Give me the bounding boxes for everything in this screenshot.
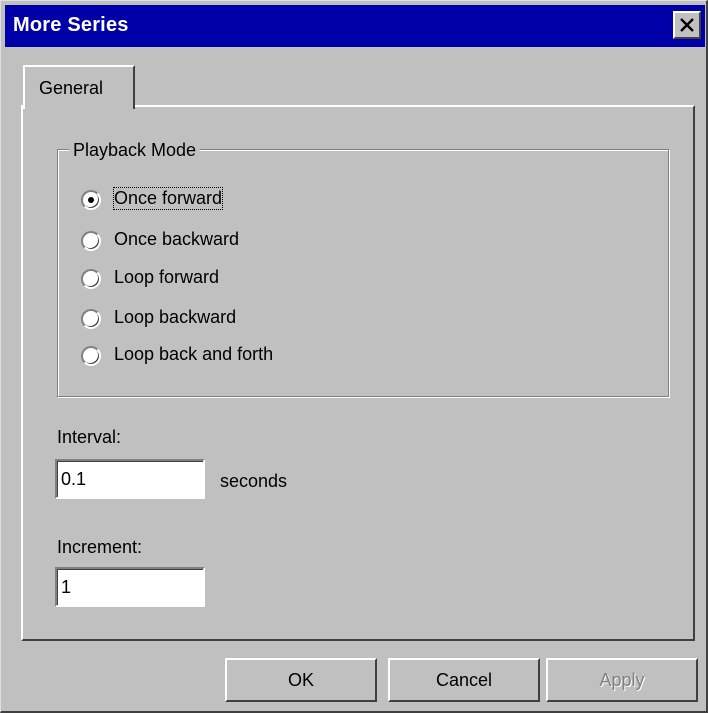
- tab-general[interactable]: General: [23, 65, 135, 109]
- radio-button[interactable]: [81, 190, 101, 210]
- interval-label: Interval:: [57, 427, 122, 447]
- interval-units: seconds: [220, 471, 288, 491]
- playback-mode-legend: Playback Mode: [69, 140, 201, 161]
- interval-input[interactable]: [55, 459, 205, 499]
- tab-general-label: General: [39, 78, 104, 98]
- radio-label: Once backward: [114, 229, 240, 249]
- radio-label: Once forward: [112, 187, 224, 210]
- radio-label: Loop back and forth: [114, 344, 274, 364]
- close-icon: [680, 18, 694, 32]
- increment-label: Increment:: [57, 537, 143, 557]
- radio-selected-dot: [88, 197, 94, 203]
- radio-button[interactable]: [81, 309, 101, 329]
- window-title: More Series: [13, 14, 129, 36]
- radio-button[interactable]: [81, 346, 101, 366]
- title-bar[interactable]: More Series: [5, 5, 705, 47]
- radio-button[interactable]: [81, 231, 101, 251]
- radio-label: Loop forward: [114, 267, 220, 287]
- increment-input[interactable]: [55, 567, 205, 607]
- radio-label: Loop backward: [114, 307, 237, 327]
- ok-button[interactable]: OK: [225, 658, 377, 702]
- cancel-button[interactable]: Cancel: [388, 658, 540, 702]
- more-series-dialog: More Series General Playback Mode Once f…: [0, 0, 708, 713]
- close-button[interactable]: [673, 11, 701, 39]
- apply-button: Apply: [546, 658, 698, 702]
- radio-button[interactable]: [81, 269, 101, 289]
